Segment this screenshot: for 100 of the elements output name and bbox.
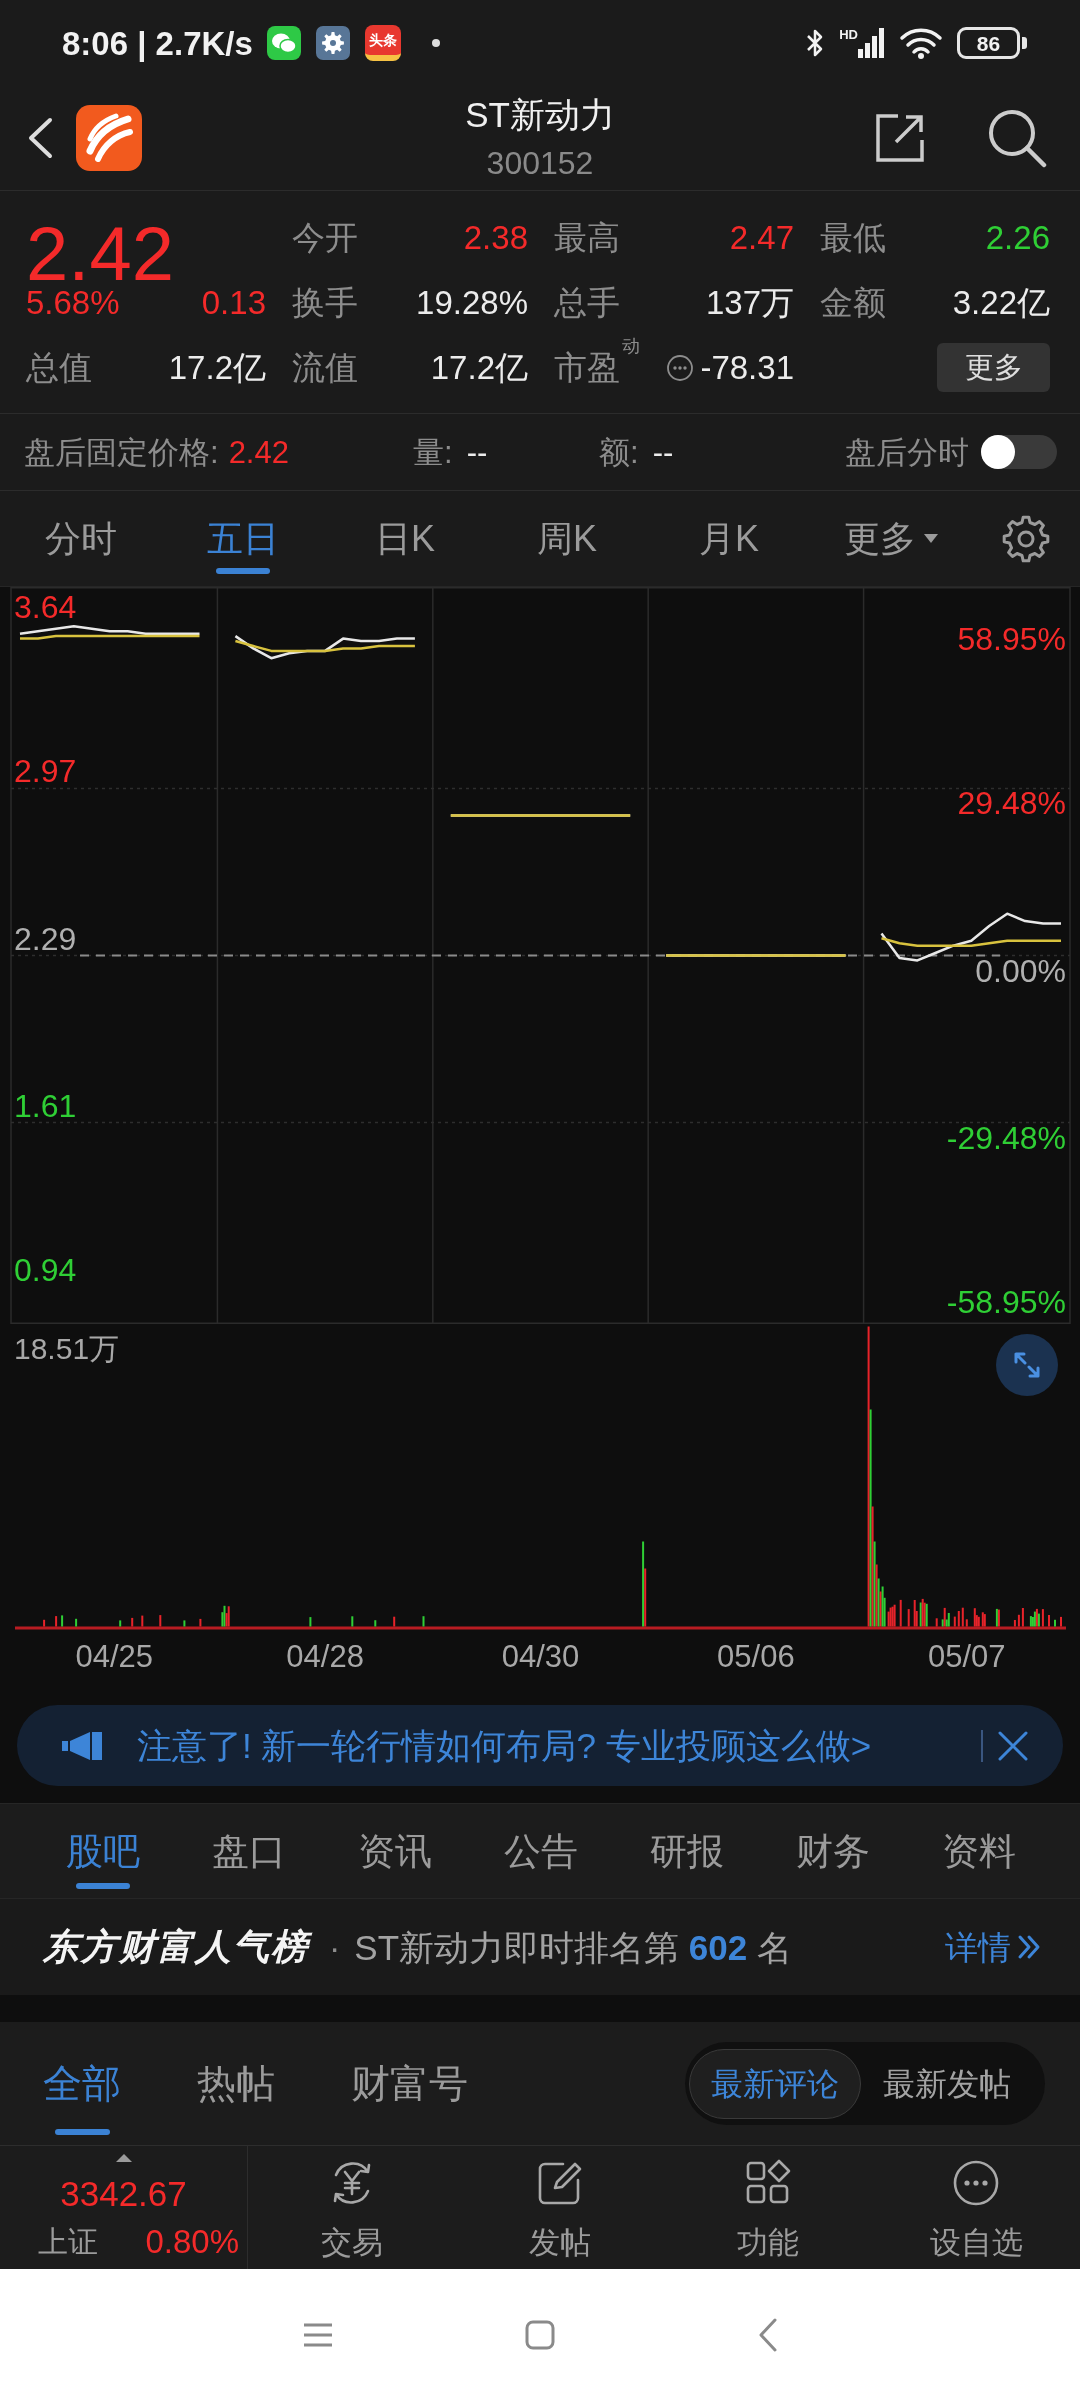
volume-bar	[183, 1620, 186, 1627]
stat-value: 17.2亿	[168, 351, 266, 384]
chart-tab[interactable]: 分时	[0, 491, 162, 586]
sort-option[interactable]: 最新评论	[689, 2048, 861, 2119]
section-tab[interactable]: 资料	[906, 1804, 1052, 1898]
date-label: 04/28	[286, 1640, 364, 1672]
menu-icon[interactable]	[303, 2322, 333, 2347]
stat-label: 市盈$^{动}$	[554, 335, 640, 384]
section-tab[interactable]: 盘口	[176, 1804, 322, 1898]
chart-tab[interactable]: 月K	[648, 491, 810, 586]
percent-axis-label: 58.95%	[957, 620, 1066, 657]
index-value: 3342.67	[60, 2176, 187, 2211]
battery-indicator: 86	[957, 27, 1027, 59]
price-axis-label: 3.64	[14, 588, 77, 625]
amount-value: --	[652, 436, 674, 468]
after-hours-price: 2.42	[228, 436, 289, 468]
stat-label: 最高	[554, 218, 620, 254]
chart-tab[interactable]: 更多	[810, 491, 972, 586]
chart-tab[interactable]: 五日	[162, 491, 324, 586]
search-icon[interactable]	[987, 108, 1047, 168]
volume-bar	[374, 1620, 377, 1627]
date-label: 05/06	[717, 1640, 795, 1672]
stat-value: 2.47	[729, 221, 794, 254]
change-percent: 5.68%	[26, 286, 120, 319]
volume-max-label: 18.51万	[14, 1331, 120, 1365]
volume-bar	[199, 1618, 202, 1627]
stat-label: 今开	[292, 218, 358, 254]
price-axis-label: 0.94	[14, 1252, 77, 1289]
wifi-icon	[899, 27, 943, 59]
more-icon	[951, 2158, 1001, 2208]
date-label: 04/30	[501, 1640, 580, 1672]
percent-axis-label: 29.48%	[957, 785, 1066, 822]
toolbar-button[interactable]: 交易	[248, 2146, 456, 2269]
volume-bar	[899, 1599, 902, 1627]
ranking-text: ST新动力即时排名第 602 名	[354, 1929, 792, 1965]
volume-bar	[422, 1616, 425, 1627]
settings-icon[interactable]	[1002, 514, 1050, 563]
stock-code: 300152	[486, 145, 594, 181]
section-tab[interactable]: 研报	[614, 1804, 760, 1898]
stat-value: -78.31	[700, 351, 794, 384]
volume-bar	[935, 1618, 938, 1627]
index-name: 上证	[38, 2226, 98, 2257]
news-app-badge: 头条	[364, 25, 401, 61]
stat-value: 137万	[705, 286, 794, 319]
expand-handle-icon[interactable]	[115, 2154, 132, 2162]
network-type-label: HD	[839, 28, 858, 41]
toggle-switch[interactable]	[981, 435, 1057, 469]
post-tab[interactable]: 财富号	[351, 2022, 468, 2145]
stock-price: 2.42	[26, 222, 175, 287]
after-hours-price-label: 盘后固定价格:	[24, 436, 219, 468]
price-axis-label: 2.29	[14, 920, 77, 957]
chart-tab[interactable]: 周K	[486, 491, 648, 586]
settings-app-icon	[315, 26, 350, 60]
volume-bar	[119, 1620, 122, 1627]
more-button[interactable]: 更多	[937, 343, 1050, 392]
stat-value: 2.38	[463, 221, 528, 254]
date-label: 04/25	[75, 1640, 153, 1672]
index-change: 0.80%	[145, 2225, 239, 2258]
volume-bar	[141, 1615, 144, 1627]
ellipsis-circle-icon[interactable]	[666, 353, 695, 382]
home-icon[interactable]	[525, 2319, 555, 2350]
chart-tab[interactable]: 日K	[324, 491, 486, 586]
amount-label: 额:	[599, 436, 639, 468]
sort-option[interactable]: 最新发帖	[861, 2048, 1033, 2119]
stat-label: 总手	[554, 283, 620, 319]
volume-bar	[61, 1615, 64, 1627]
close-icon[interactable]	[997, 1729, 1029, 1762]
banner-link[interactable]: 注意了! 新一轮行情如何布局? 专业投顾这么做>	[137, 1728, 872, 1763]
share-icon[interactable]	[874, 112, 926, 164]
toolbar-button[interactable]: 设自选	[872, 2146, 1080, 2269]
toolbar-button[interactable]: 发帖	[456, 2146, 664, 2269]
change-amount: 0.13	[201, 286, 266, 319]
stat-label: 流值	[292, 348, 358, 384]
volume-bar	[55, 1616, 58, 1627]
volume-bar	[43, 1619, 46, 1627]
post-tab[interactable]: 热帖	[197, 2022, 275, 2145]
volume-value: --	[466, 436, 488, 468]
volume-bar	[393, 1616, 396, 1627]
section-tab[interactable]: 资讯	[322, 1804, 468, 1898]
section-tab[interactable]: 股吧	[30, 1804, 176, 1898]
toolbar-button[interactable]: 功能	[664, 2146, 872, 2269]
status-time: 8:06 | 2.7K/s	[62, 26, 253, 60]
stat-value: 2.26	[985, 221, 1050, 254]
stat-label: 最低	[820, 218, 886, 254]
stat-label: 换手	[292, 283, 358, 319]
section-tab[interactable]: 公告	[468, 1804, 614, 1898]
volume-bar	[159, 1615, 162, 1627]
percent-axis-label: -58.95%	[946, 1284, 1066, 1321]
stat-label: 金额	[820, 283, 886, 319]
volume-bar	[351, 1616, 354, 1627]
back-icon[interactable]	[26, 117, 54, 159]
volume-label: 量:	[413, 436, 453, 468]
stock-name: ST新动力	[465, 95, 615, 136]
post-tab[interactable]: 全部	[43, 2022, 121, 2145]
price-axis-label: 1.61	[14, 1087, 77, 1124]
volume-bar	[131, 1617, 134, 1627]
notification-dot-icon	[431, 39, 440, 47]
details-link[interactable]: 详情	[945, 1930, 1043, 1964]
caret-down-icon	[924, 533, 938, 544]
section-tab[interactable]: 财务	[760, 1804, 906, 1898]
